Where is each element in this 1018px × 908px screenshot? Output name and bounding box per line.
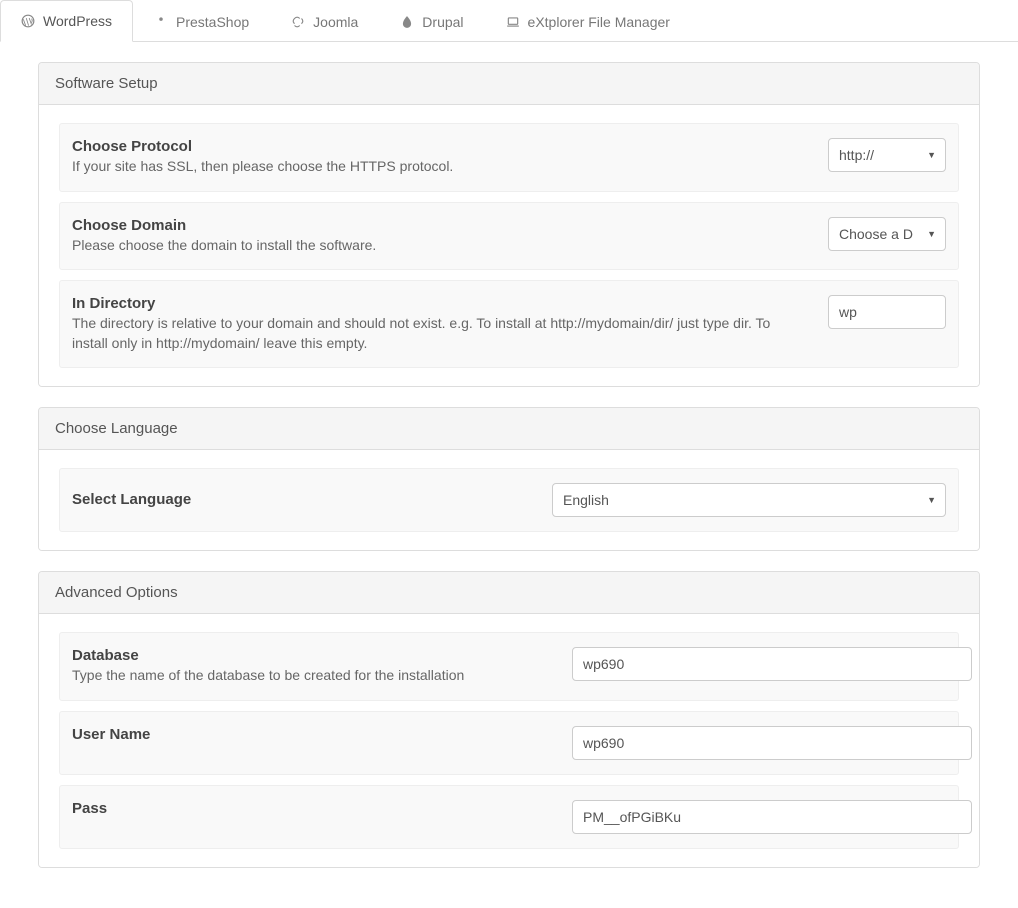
- pass-input[interactable]: [572, 800, 972, 834]
- tab-bar: WordPress PrestaShop Joomla Drupal eXtpl…: [0, 0, 1018, 42]
- tab-prestashop[interactable]: PrestaShop: [133, 0, 270, 42]
- laptop-icon: [506, 15, 520, 29]
- tab-drupal[interactable]: Drupal: [379, 0, 484, 42]
- domain-desc: Please choose the domain to install the …: [72, 236, 808, 256]
- tab-label: PrestaShop: [176, 14, 249, 30]
- pass-label: Pass: [72, 800, 552, 817]
- directory-input[interactable]: [828, 295, 946, 329]
- username-label: User Name: [72, 726, 552, 743]
- language-select[interactable]: English: [552, 483, 946, 517]
- directory-desc: The directory is relative to your domain…: [72, 314, 808, 353]
- pass-row: Pass Encrypted: [59, 785, 959, 849]
- directory-row: In Directory The directory is relative t…: [59, 280, 959, 368]
- panel-title: Software Setup: [39, 63, 979, 105]
- protocol-label: Choose Protocol: [72, 138, 808, 155]
- software-setup-panel: Software Setup Choose Protocol If your s…: [38, 62, 980, 387]
- database-input[interactable]: [572, 647, 972, 681]
- domain-select[interactable]: Choose a D: [828, 217, 946, 251]
- language-row: Select Language English: [59, 468, 959, 532]
- username-input[interactable]: [572, 726, 972, 760]
- language-panel: Choose Language Select Language English: [38, 407, 980, 551]
- panel-title: Advanced Options: [39, 572, 979, 614]
- username-row: User Name: [59, 711, 959, 775]
- tab-label: WordPress: [43, 13, 112, 29]
- drupal-icon: [400, 15, 414, 29]
- tab-label: Joomla: [313, 14, 358, 30]
- tab-label: eXtplorer File Manager: [528, 14, 670, 30]
- prestashop-icon: [154, 15, 168, 29]
- database-label: Database: [72, 647, 552, 664]
- tab-label: Drupal: [422, 14, 463, 30]
- domain-label: Choose Domain: [72, 217, 808, 234]
- protocol-row: Choose Protocol If your site has SSL, th…: [59, 123, 959, 192]
- protocol-desc: If your site has SSL, then please choose…: [72, 157, 808, 177]
- protocol-select[interactable]: http://: [828, 138, 946, 172]
- domain-row: Choose Domain Please choose the domain t…: [59, 202, 959, 271]
- wordpress-icon: [21, 14, 35, 28]
- language-label: Select Language: [72, 491, 532, 508]
- directory-label: In Directory: [72, 295, 808, 312]
- tab-joomla[interactable]: Joomla: [270, 0, 379, 42]
- panel-title: Choose Language: [39, 408, 979, 450]
- database-row: Database Type the name of the database t…: [59, 632, 959, 701]
- joomla-icon: [291, 15, 305, 29]
- advanced-panel: Advanced Options Database Type the name …: [38, 571, 980, 868]
- database-desc: Type the name of the database to be crea…: [72, 666, 552, 686]
- tab-wordpress[interactable]: WordPress: [0, 0, 133, 42]
- tab-extplorer[interactable]: eXtplorer File Manager: [485, 0, 691, 42]
